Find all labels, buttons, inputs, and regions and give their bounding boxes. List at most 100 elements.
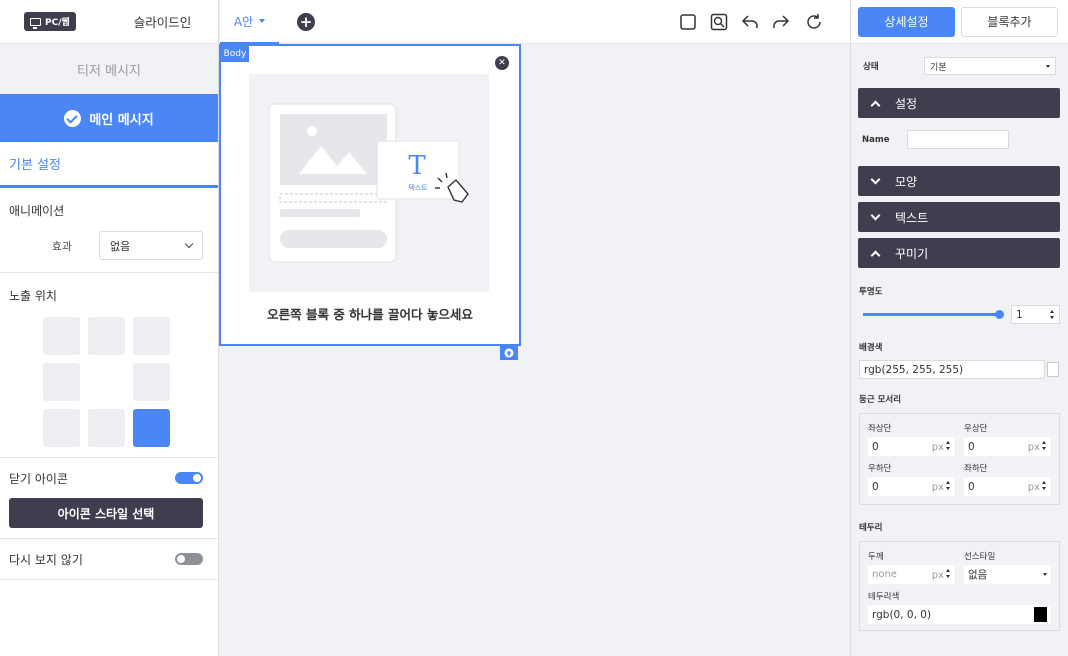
dont-show-section: 다시 보지 않기 (0, 538, 218, 580)
chevron-down-icon (870, 174, 881, 184)
zoom-icon[interactable] (710, 13, 728, 31)
position-cell (88, 363, 125, 401)
radius-title: 둥근 모서리 (859, 395, 902, 405)
bottom-left-input[interactable]: 0 px (964, 477, 1051, 496)
dont-show-label: 다시 보지 않기 (9, 552, 83, 567)
close-icon-toggle[interactable] (175, 472, 203, 484)
position-cell[interactable] (88, 409, 125, 447)
spinner-icon[interactable] (1042, 480, 1047, 490)
spinner-icon[interactable] (946, 568, 951, 578)
top-right-input[interactable]: 0 px (964, 437, 1051, 456)
border-style-select[interactable]: 없음 (964, 565, 1051, 584)
square-icon[interactable] (679, 13, 697, 31)
position-cell[interactable] (43, 409, 80, 447)
popup-canvas[interactable]: Body ✕ T 텍스트 오른쪽 블록 중 하나를 끌어다 놓으세요 (219, 44, 521, 346)
monitor-icon (30, 17, 41, 29)
tab-detail-settings[interactable]: 상세설정 (858, 6, 955, 37)
empty-state-illustration: T 텍스트 (249, 74, 489, 292)
bottom-right-input[interactable]: 0 px (868, 477, 955, 496)
accordion-settings-label: 설정 (895, 96, 918, 111)
right-panel: 상세설정 블록추가 상태 기본 설정 Name 모양 텍스트 꾸미기 투명도 1… (850, 0, 1068, 656)
name-row: Name (851, 118, 1068, 149)
position-cell[interactable] (88, 317, 125, 355)
border-color-value: rgb(0, 0, 0) (872, 608, 932, 621)
border-box: 두께 none px 선스타일 없음 테두리색 rgb(0, 0, 0) (859, 541, 1060, 631)
icon-style-button[interactable]: 아이콘 스타일 선택 (9, 498, 203, 528)
accordion-decoration-label: 꾸미기 (895, 246, 929, 261)
basic-settings-tab[interactable]: 기본 설정 (0, 142, 218, 188)
top-left-label: 좌상단 (868, 424, 892, 434)
top-left-input[interactable]: 0 px (868, 437, 955, 456)
accordion-text[interactable]: 텍스트 (858, 202, 1060, 232)
slide-in-tab[interactable]: 슬라이드인 (134, 12, 192, 31)
device-toggle[interactable]: PC/웹 (24, 12, 76, 31)
redo-icon[interactable] (772, 13, 790, 31)
refresh-icon[interactable] (805, 13, 823, 31)
effect-select[interactable]: 없음 (99, 231, 203, 260)
spinner-icon[interactable] (946, 480, 951, 490)
accordion-decoration[interactable]: 꾸미기 (858, 238, 1060, 268)
border-width-placeholder: none (872, 569, 897, 580)
bottom-left-value: 0 (968, 480, 975, 493)
state-select[interactable]: 기본 (924, 57, 1056, 75)
unit-label: px (931, 569, 944, 581)
position-grid (43, 317, 170, 447)
border-style-value: 없음 (968, 569, 988, 581)
drop-hint: 오른쪽 블록 중 하나를 끌어다 놓으세요 (267, 307, 473, 322)
position-cell[interactable] (133, 409, 170, 447)
bottom-left-label: 좌하단 (964, 464, 988, 474)
accordion-text-label: 텍스트 (895, 210, 929, 225)
close-icon[interactable]: ✕ (495, 56, 509, 70)
position-cell[interactable] (43, 317, 80, 355)
main-message-tab[interactable]: 메인 메시지 (0, 94, 218, 142)
resize-handle[interactable] (500, 346, 518, 360)
background-color-swatch[interactable] (1047, 362, 1059, 377)
add-variant-button[interactable]: + (297, 13, 315, 31)
close-icon-row: 닫기 아이콘 (0, 458, 218, 498)
position-cell[interactable] (43, 363, 80, 401)
chevron-down-icon (870, 210, 881, 220)
border-color-input[interactable]: rgb(0, 0, 0) (868, 605, 1051, 624)
chevron-down-icon (184, 239, 194, 249)
unit-label: px (931, 441, 944, 453)
device-label: PC/웹 (45, 18, 70, 28)
animation-section: 애니메이션 효과 없음 (0, 188, 218, 273)
dont-show-toggle[interactable] (175, 553, 203, 565)
main-message-label: 메인 메시지 (89, 112, 154, 128)
name-label: Name (862, 134, 890, 145)
illustration-text-label: 텍스트 (408, 184, 428, 192)
teaser-message-tab[interactable]: 티저 메시지 (0, 44, 218, 94)
background-color-input[interactable]: rgb(255, 255, 255) (859, 360, 1045, 379)
state-row: 상태 기본 (851, 44, 1068, 75)
border-color-swatch[interactable] (1034, 607, 1047, 622)
accordion-shape[interactable]: 모양 (858, 166, 1060, 196)
unit-label: px (1027, 481, 1040, 493)
state-value: 기본 (930, 62, 947, 73)
spinner-icon[interactable] (1042, 440, 1047, 450)
background-label: 배경색 (859, 343, 883, 353)
name-input[interactable] (907, 130, 1009, 149)
accordion-settings[interactable]: 설정 (858, 88, 1060, 118)
variant-tab[interactable]: A안 (220, 0, 279, 44)
border-width-input[interactable]: none px (868, 565, 955, 584)
chevron-up-icon (870, 100, 881, 110)
opacity-input[interactable]: 1 (1011, 305, 1060, 324)
top-left-value: 0 (872, 440, 879, 453)
opacity-slider-knob[interactable] (994, 310, 1004, 319)
caret-down-icon (259, 19, 266, 23)
position-cell[interactable] (133, 317, 170, 355)
position-cell[interactable] (133, 363, 170, 401)
spinner-icon[interactable] (1050, 310, 1055, 319)
spinner-icon[interactable] (946, 440, 951, 450)
undo-icon[interactable] (741, 13, 759, 31)
state-label: 상태 (863, 62, 879, 72)
opacity-value: 1 (1016, 308, 1023, 321)
arrow-up-icon (504, 348, 514, 358)
effect-label: 효과 (51, 239, 72, 253)
left-header: PC/웹 슬라이드인 (0, 0, 218, 44)
animation-title: 애니메이션 (9, 204, 65, 218)
position-section: 노출 위치 (0, 273, 218, 458)
close-icon-label: 닫기 아이콘 (9, 471, 69, 486)
tab-add-block[interactable]: 블록추가 (961, 6, 1058, 37)
opacity-slider[interactable] (863, 310, 1004, 319)
